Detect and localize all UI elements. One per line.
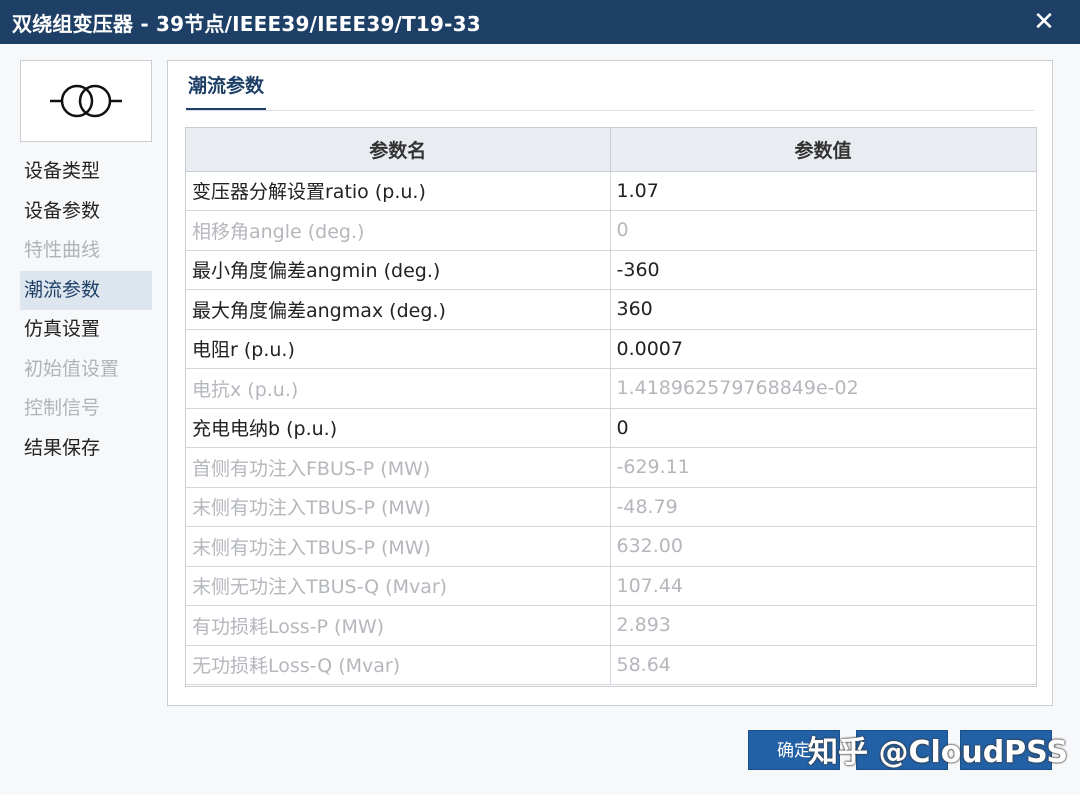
- dialog-window: 双绕组变压器 - 39节点/IEEE39/IEEE39/T19-33 ✕ 设备类…: [0, 0, 1080, 795]
- column-header-name: 参数名: [186, 128, 611, 172]
- cancel-button[interactable]: [960, 730, 1052, 770]
- param-name-cell: 首侧有功注入FBUS-P (MW): [186, 447, 611, 488]
- table-row: 首侧有功注入FBUS-P (MW) -629.11: [186, 447, 1036, 488]
- param-name-cell: 电阻r (p.u.): [186, 329, 611, 369]
- param-name-cell: 电抗x (p.u.): [186, 368, 611, 409]
- apply-button[interactable]: [856, 730, 948, 770]
- table-row: 有功损耗Loss-P (MW) 2.893: [186, 605, 1036, 646]
- table-row: 无功损耗Loss-Q (Mvar) 58.64: [186, 645, 1036, 685]
- main-panel: 潮流参数 参数名 参数值 变压器分解设置ratio (p.u.) 1.07 相移角a…: [167, 60, 1053, 706]
- table-row[interactable]: 最大角度偏差angmax (deg.) 360: [186, 289, 1036, 330]
- sidebar-item-2: 特性曲线: [24, 239, 101, 261]
- param-name-cell: 无功损耗Loss-Q (Mvar): [186, 645, 611, 685]
- sidebar-item-4[interactable]: 仿真设置: [20, 310, 152, 350]
- device-icon-box: [20, 60, 152, 142]
- sidebar-item-0[interactable]: 设备类型: [20, 152, 152, 192]
- sidebar-item-6: 控制信号: [24, 397, 101, 419]
- table-row: 末侧有功注入TBUS-P (MW) 632.00: [186, 526, 1036, 567]
- param-value-cell: -48.79: [610, 487, 1036, 527]
- sidebar-item-1[interactable]: 设备参数: [20, 192, 152, 232]
- param-name-cell: 末侧有功注入TBUS-P (MW): [186, 487, 611, 527]
- param-name-cell: 末侧无功注入TBUS-Q (Mvar): [186, 566, 611, 606]
- param-value-cell: 632.00: [610, 526, 1036, 567]
- close-icon[interactable]: ✕: [1028, 6, 1060, 38]
- param-name-cell: 有功损耗Loss-P (MW): [186, 605, 611, 646]
- table-row[interactable]: 充电电纳b (p.u.) 0: [186, 408, 1036, 448]
- params-table: 参数名 参数值 变压器分解设置ratio (p.u.) 1.07 相移角angle …: [186, 128, 1036, 685]
- table-row: 相移角angle (deg.) 0: [186, 210, 1036, 251]
- table-row[interactable]: 电阻r (p.u.) 0.0007: [186, 329, 1036, 369]
- param-value-cell: 0: [610, 210, 1036, 251]
- params-table-container[interactable]: 参数名 参数值 变压器分解设置ratio (p.u.) 1.07 相移角angle …: [185, 127, 1037, 687]
- sidebar-nav: 设备类型 设备参数特性曲线潮流参数 仿真设置初始值设置控制信号结果保存: [20, 152, 152, 468]
- sidebar-item-3[interactable]: 潮流参数: [20, 270, 152, 310]
- param-value-cell[interactable]: 360: [610, 289, 1036, 330]
- param-name-cell: 相移角angle (deg.): [186, 210, 611, 251]
- tab-flow-params[interactable]: 潮流参数: [186, 71, 267, 111]
- table-row[interactable]: 变压器分解设置ratio (p.u.) 1.07: [186, 171, 1036, 211]
- param-value-cell: 58.64: [610, 645, 1036, 685]
- param-value-cell: 2.893: [610, 605, 1036, 646]
- window-title: 双绕组变压器 - 39节点/IEEE39/IEEE39/T19-33: [12, 11, 481, 36]
- param-value-cell: 107.44: [610, 566, 1036, 606]
- param-name-cell: 变压器分解设置ratio (p.u.): [186, 171, 611, 211]
- tab-divider: [186, 110, 1034, 111]
- ok-button[interactable]: 确定: [748, 730, 840, 770]
- param-name-cell: 充电电纳b (p.u.): [186, 408, 611, 448]
- param-name-cell: 末侧有功注入TBUS-P (MW): [186, 526, 611, 567]
- sidebar-item-5: 初始值设置: [24, 357, 120, 380]
- param-value-cell[interactable]: 0: [610, 408, 1036, 448]
- param-value-cell[interactable]: 1.07: [610, 171, 1036, 211]
- param-name-cell: 最大角度偏差angmax (deg.): [186, 289, 611, 330]
- param-value-cell: -629.11: [610, 447, 1036, 488]
- param-value-cell: 1.418962579768849e-02: [610, 368, 1036, 409]
- table-row[interactable]: 最小角度偏差angmin (deg.) -360: [186, 250, 1036, 290]
- param-value-cell[interactable]: 0.0007: [610, 329, 1036, 369]
- table-row: 末侧有功注入TBUS-P (MW) -48.79: [186, 487, 1036, 527]
- table-header-row: 参数名 参数值: [186, 128, 1036, 172]
- table-row: 电抗x (p.u.) 1.418962579768849e-02: [186, 368, 1036, 409]
- column-header-value: 参数值: [610, 128, 1036, 172]
- title-bar[interactable]: 双绕组变压器 - 39节点/IEEE39/IEEE39/T19-33 ✕: [0, 0, 1080, 44]
- table-row: 末侧无功注入TBUS-Q (Mvar) 107.44: [186, 566, 1036, 606]
- param-value-cell[interactable]: -360: [610, 250, 1036, 290]
- param-name-cell: 最小角度偏差angmin (deg.): [186, 250, 611, 290]
- sidebar-item-7[interactable]: 结果保存: [20, 429, 152, 469]
- transformer-two-winding-icon: [50, 84, 122, 118]
